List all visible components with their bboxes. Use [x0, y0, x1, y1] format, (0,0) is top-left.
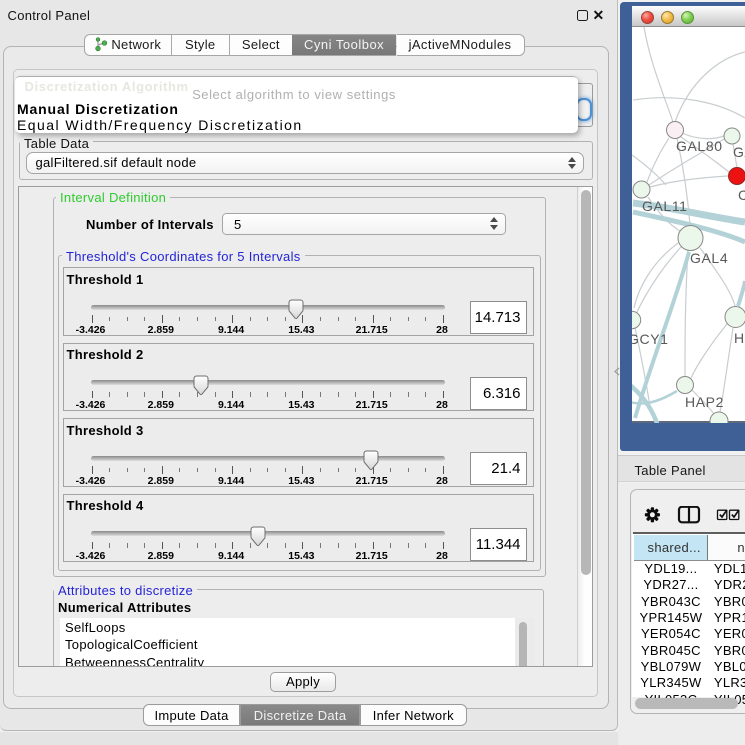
svg-text:GAL80: GAL80 [676, 138, 723, 154]
svg-text:GAL11: GAL11 [642, 198, 688, 214]
svg-text:HAP2: HAP2 [685, 394, 724, 410]
svg-text:C: C [738, 187, 745, 203]
svg-text:H: H [734, 330, 745, 346]
svg-text:GAL4: GAL4 [690, 250, 728, 266]
svg-text:GA: GA [733, 144, 745, 160]
svg-text:GCY1: GCY1 [632, 331, 669, 347]
